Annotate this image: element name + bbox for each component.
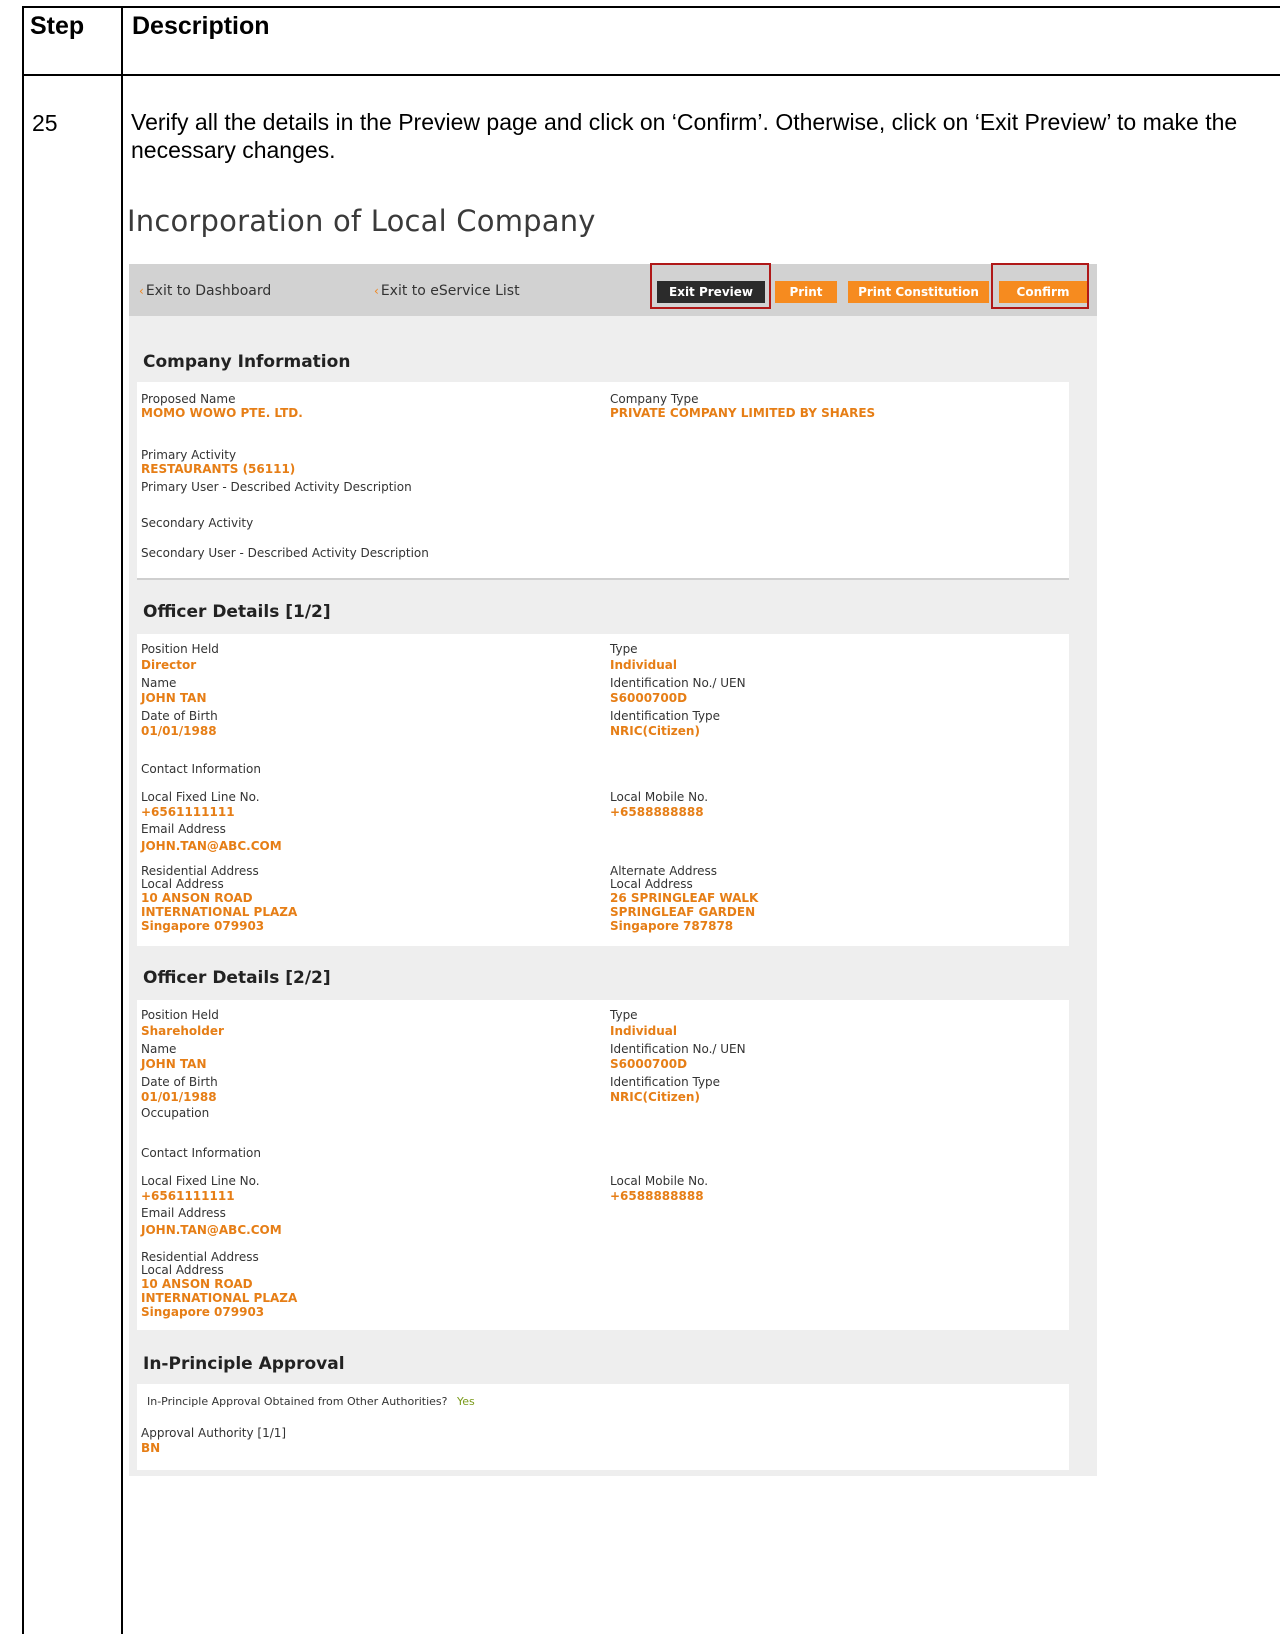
address-line: Singapore 079903 bbox=[141, 1305, 265, 1319]
address-line: Singapore 787878 bbox=[610, 919, 734, 933]
address-line: 26 SPRINGLEAF WALK bbox=[610, 891, 759, 905]
mobile-value: +6588888888 bbox=[610, 805, 704, 819]
dob-label: Date of Birth bbox=[141, 709, 218, 723]
proposed-name-label: Proposed Name bbox=[141, 392, 236, 406]
toolbar: ‹ Exit to Dashboard ‹ Exit to eService Lis… bbox=[129, 264, 1097, 316]
step-instruction: Verify all the details in the Preview pa… bbox=[131, 109, 1238, 163]
name-value: JOHN TAN bbox=[141, 691, 207, 705]
section-title-company: Company Information bbox=[143, 352, 351, 372]
secondary-user-desc-label: Secondary User - Described Activity Desc… bbox=[141, 546, 429, 560]
dob-value: 01/01/1988 bbox=[141, 1090, 217, 1104]
dob-value: 01/01/1988 bbox=[141, 724, 217, 738]
dob-label: Date of Birth bbox=[141, 1075, 218, 1089]
id-type-value: NRIC(Citizen) bbox=[610, 724, 700, 738]
address-line: INTERNATIONAL PLAZA bbox=[141, 1291, 298, 1305]
primary-activity-label: Primary Activity bbox=[141, 448, 237, 462]
email-value: JOHN.TAN@ABC.COM bbox=[141, 839, 282, 853]
approval-authority-value: BN bbox=[141, 1441, 161, 1455]
local-address-label: Local Address bbox=[141, 877, 224, 891]
approval-answer: Yes bbox=[456, 1395, 475, 1408]
fixed-line-value: +6561111111 bbox=[141, 805, 235, 819]
exit-dashboard-label: Exit to Dashboard bbox=[145, 283, 272, 299]
header-description: Description bbox=[132, 12, 270, 40]
email-label: Email Address bbox=[141, 822, 226, 836]
company-type-value: PRIVATE COMPANY LIMITED BY SHARES bbox=[610, 406, 876, 420]
type-label: Type bbox=[610, 1008, 638, 1022]
chevron-left-icon: ‹ bbox=[139, 284, 144, 298]
header-step: Step bbox=[30, 12, 85, 40]
secondary-activity-label: Secondary Activity bbox=[141, 516, 254, 530]
header-rule bbox=[22, 74, 1280, 76]
id-value: S6000700D bbox=[610, 691, 688, 705]
contact-info-label: Contact Information bbox=[141, 762, 261, 776]
approval-question: In-Principle Approval Obtained from Othe… bbox=[147, 1394, 475, 1409]
proposed-name-value: MOMO WOWO PTE. LTD. bbox=[141, 406, 303, 420]
section-title-approval: In-Principle Approval bbox=[143, 1354, 345, 1374]
id-value: S6000700D bbox=[610, 1057, 688, 1071]
position-value: Shareholder bbox=[141, 1024, 224, 1038]
email-value: JOHN.TAN@ABC.COM bbox=[141, 1223, 282, 1237]
highlight-exit-preview bbox=[650, 263, 771, 309]
id-label: Identification No./ UEN bbox=[610, 1042, 746, 1056]
print-constitution-button[interactable]: Print Constitution bbox=[848, 281, 989, 303]
preview-screenshot: Incorporation of Local Company ‹ Exit to … bbox=[127, 196, 1102, 1486]
exit-eservice-label: Exit to eService List bbox=[380, 283, 520, 299]
type-value: Individual bbox=[610, 1024, 677, 1038]
primary-user-desc-label: Primary User - Described Activity Descri… bbox=[141, 480, 412, 494]
mobile-label: Local Mobile No. bbox=[610, 1174, 709, 1188]
contact-info-label: Contact Information bbox=[141, 1146, 261, 1160]
section-title-officer-2: Officer Details [2/2] bbox=[143, 968, 331, 988]
address-line: INTERNATIONAL PLAZA bbox=[141, 905, 298, 919]
name-label: Name bbox=[141, 1042, 177, 1056]
company-type-label: Company Type bbox=[610, 392, 699, 406]
approval-authority-label: Approval Authority [1/1] bbox=[141, 1426, 287, 1440]
exit-eservice-link[interactable]: ‹ Exit to eService List bbox=[374, 283, 520, 299]
print-button[interactable]: Print bbox=[775, 281, 837, 303]
mobile-label: Local Mobile No. bbox=[610, 790, 709, 804]
name-value: JOHN TAN bbox=[141, 1057, 207, 1071]
primary-activity-value: RESTAURANTS (56111) bbox=[141, 462, 296, 476]
occupation-label: Occupation bbox=[141, 1106, 210, 1120]
id-label: Identification No./ UEN bbox=[610, 676, 746, 690]
address-line: 10 ANSON ROAD bbox=[141, 891, 253, 905]
position-value: Director bbox=[141, 658, 197, 672]
address-line: Singapore 079903 bbox=[141, 919, 265, 933]
type-label: Type bbox=[610, 642, 638, 656]
email-label: Email Address bbox=[141, 1206, 226, 1220]
position-label: Position Held bbox=[141, 642, 219, 656]
local-address-label: Local Address bbox=[141, 1263, 224, 1277]
step-number: 25 bbox=[32, 110, 58, 136]
column-divider bbox=[121, 6, 123, 1634]
id-type-value: NRIC(Citizen) bbox=[610, 1090, 700, 1104]
fixed-line-label: Local Fixed Line No. bbox=[141, 1174, 260, 1188]
company-panel: Proposed Name MOMO WOWO PTE. LTD. Compan… bbox=[137, 382, 1069, 578]
highlight-confirm bbox=[991, 263, 1089, 309]
officer-1-panel: Position Held Director Name JOHN TAN Dat… bbox=[137, 634, 1069, 946]
name-label: Name bbox=[141, 676, 177, 690]
approval-question-text: In-Principle Approval Obtained from Othe… bbox=[147, 1395, 448, 1408]
preview-content: Company Information Proposed Name MOMO W… bbox=[129, 316, 1097, 1476]
type-value: Individual bbox=[610, 658, 677, 672]
local-address-label: Local Address bbox=[610, 877, 693, 891]
id-type-label: Identification Type bbox=[610, 709, 721, 723]
officer-2-panel: Position Held Shareholder Name JOHN TAN … bbox=[137, 1000, 1069, 1330]
id-type-label: Identification Type bbox=[610, 1075, 721, 1089]
chevron-left-icon: ‹ bbox=[374, 284, 379, 298]
fixed-line-label: Local Fixed Line No. bbox=[141, 790, 260, 804]
exit-dashboard-link[interactable]: ‹ Exit to Dashboard bbox=[139, 283, 271, 299]
page-title: Incorporation of Local Company bbox=[127, 204, 596, 238]
section-title-officer-1: Officer Details [1/2] bbox=[143, 602, 331, 622]
position-label: Position Held bbox=[141, 1008, 219, 1022]
fixed-line-value: +6561111111 bbox=[141, 1189, 235, 1203]
section-divider bbox=[137, 578, 1069, 580]
approval-panel: In-Principle Approval Obtained from Othe… bbox=[137, 1384, 1069, 1470]
address-line: SPRINGLEAF GARDEN bbox=[610, 905, 756, 919]
address-line: 10 ANSON ROAD bbox=[141, 1277, 253, 1291]
mobile-value: +6588888888 bbox=[610, 1189, 704, 1203]
